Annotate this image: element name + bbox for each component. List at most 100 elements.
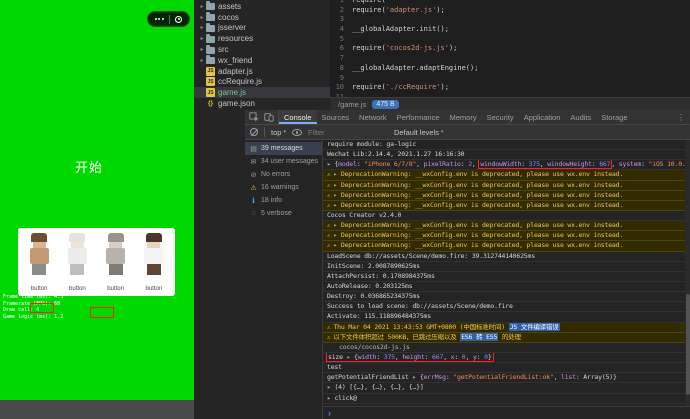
console-message[interactable]: ⚠ ▸ DeprecationWarning: __wxConfig.env is…: [323, 190, 690, 201]
tree-item-src[interactable]: ▸ src: [194, 44, 330, 55]
editor-status-bar: /game.js 475 B: [330, 97, 690, 110]
code-line[interactable]: 3: [330, 15, 690, 25]
exit-circle-icon[interactable]: [175, 15, 183, 23]
console-message[interactable]: Activate: 115.118896484375ms: [323, 312, 690, 323]
console-filter-user[interactable]: ✉ 34 user messages: [245, 155, 322, 168]
character-button-3[interactable]: button: [97, 233, 135, 293]
console-filter-input[interactable]: [307, 127, 388, 137]
warning-icon: ⚠: [327, 171, 331, 179]
device-toolbar-icon[interactable]: [264, 112, 274, 122]
console-message[interactable]: getPotentialFriendList ▸ {errMsg: "getPo…: [323, 373, 690, 384]
line-number: 8: [339, 63, 344, 72]
tree-item-wx_friend[interactable]: ▸ wx_friend: [194, 55, 330, 66]
devtools-tabbar: Console Sources Network Performance Memory Se…: [245, 110, 690, 125]
prompt-chevron-icon: ›: [328, 408, 331, 418]
tree-item-label: ccRequire.js: [218, 77, 263, 87]
block-icon: ⊘: [250, 171, 257, 179]
console-filter-verbose[interactable]: ◌ 5 verbose: [245, 207, 322, 220]
line-number: 7: [339, 54, 344, 63]
character-button-1[interactable]: button: [20, 233, 58, 293]
inspect-icon[interactable]: [249, 112, 259, 122]
console-message[interactable]: ▸ click@: [323, 394, 690, 404]
character-sprite: [67, 233, 87, 275]
clear-console-icon[interactable]: [250, 128, 258, 136]
menu-dots-icon[interactable]: [154, 18, 164, 20]
console-message[interactable]: ⚠ Thu Mar 04 2021 13:43:53 GMT+0800 (中国标准…: [323, 322, 690, 333]
character-button-4[interactable]: button: [135, 233, 173, 293]
tree-item-label: game.js: [218, 88, 247, 98]
warning-icon: ⚠: [327, 242, 331, 250]
console-message[interactable]: Wechat Lib:2.14.4, 2021.1.27 16:16:30: [323, 150, 690, 161]
tab-audits[interactable]: Audits: [565, 110, 596, 124]
code-line[interactable]: 5: [330, 35, 690, 45]
tree-item-game.js[interactable]: JS game.js: [194, 87, 330, 99]
console-filter-info[interactable]: ℹ 18 info: [245, 194, 322, 207]
console-message[interactable]: ⚠ 以下文件体积超过 500KB，已跳过压缩以及 ES6 转 ES5 的处理: [323, 332, 690, 343]
js-file-icon: JS: [206, 66, 215, 76]
tree-item-adapter.js[interactable]: JS adapter.js: [194, 66, 330, 77]
console-message[interactable]: ⚠ ▸ DeprecationWarning: __wxConfig.env is…: [323, 231, 690, 242]
console-message[interactable]: ▸ {model: "iPhone 6/7/8", pixelRatio: 2,…: [323, 160, 690, 171]
console-message[interactable]: size ▸ {width: 375, height: 667, x: 0, y…: [323, 352, 690, 364]
tree-item-assets[interactable]: ▸ assets: [194, 1, 330, 12]
live-expression-icon[interactable]: [291, 128, 302, 136]
console-filter-block[interactable]: ⊘ No errors: [245, 168, 322, 181]
scrollbar-thumb[interactable]: [685, 294, 690, 396]
annotation-redbox-1: [30, 303, 54, 313]
code-line[interactable]: 4 __globalAdapter.init();: [330, 25, 690, 35]
tab-storage[interactable]: Storage: [596, 110, 632, 124]
start-button[interactable]: 开始: [0, 157, 178, 176]
console-message[interactable]: LoadScene db://assets/Scene/demo.fire: 3…: [323, 252, 690, 262]
console-message[interactable]: ⚠ ▸ DeprecationWarning: __wxConfig.env is…: [323, 221, 690, 232]
tab-network[interactable]: Network: [354, 110, 392, 124]
line-number: 3: [339, 15, 344, 24]
console-filter-list[interactable]: ▤ 39 messages: [245, 142, 322, 155]
line-code: require('./ccRequire');: [352, 83, 449, 92]
console-message[interactable]: ⚠ ▸ DeprecationWarning: __wxConfig.env is…: [323, 241, 690, 252]
line-code: require('cocos2d-js.js');: [352, 44, 458, 53]
game-simulator[interactable]: 开始 button button button button Frame time (…: [0, 0, 194, 400]
more-options-icon[interactable]: ⋮: [672, 110, 690, 124]
console-message[interactable]: cocos/cocos2d-js.js: [323, 343, 690, 353]
console-message[interactable]: Cocos Creator v2.4.0: [323, 211, 690, 222]
console-message[interactable]: ⚠ ▸ DeprecationWarning: __wxConfig.env is…: [323, 180, 690, 191]
tab-performance[interactable]: Performance: [392, 110, 445, 124]
context-selector[interactable]: top ▾: [271, 128, 286, 137]
console-message[interactable]: require module: ga-logic: [323, 140, 690, 151]
console-message[interactable]: AutoRelease: 0.203125ms: [323, 282, 690, 293]
file-size-badge: 475 B: [372, 99, 399, 109]
code-line[interactable]: 2 require('adapter.js');: [330, 6, 690, 16]
tree-item-jsserver[interactable]: ▸ jsserver: [194, 22, 330, 34]
log-level-selector[interactable]: Default levels ▾: [394, 128, 444, 137]
tab-memory[interactable]: Memory: [445, 110, 482, 124]
tree-item-ccRequire.js[interactable]: JS ccRequire.js: [194, 77, 330, 88]
console-message[interactable]: InitScene: 2.0087890625ms: [323, 262, 690, 272]
tree-item-game.json[interactable]: {} game.json: [194, 98, 330, 109]
console-message[interactable]: ⚠ ▸ DeprecationWarning: __wxConfig.env is…: [323, 200, 690, 211]
console-message[interactable]: test: [323, 363, 690, 374]
code-line[interactable]: 9: [330, 74, 690, 84]
tree-item-resources[interactable]: ▸ resources: [194, 33, 330, 44]
console-message[interactable]: ▸ (4) [{…}, {…}, {…}, {…}]: [323, 383, 690, 394]
console-prompt[interactable]: ›: [323, 406, 690, 419]
console-message[interactable]: AttachPersist: 0.1708984375ms: [323, 272, 690, 282]
tree-item-cocos[interactable]: ▸ cocos: [194, 12, 330, 23]
console-filter-warn[interactable]: ⚠ 16 warnings: [245, 181, 322, 194]
tab-console[interactable]: Console: [279, 110, 317, 124]
code-editor[interactable]: 1 require(2 require('adapter.js'); 3 4 __glob…: [330, 0, 690, 110]
tab-security[interactable]: Security: [482, 110, 519, 124]
code-line[interactable]: 6 require('cocos2d-js.js');: [330, 44, 690, 54]
tab-application[interactable]: Application: [519, 110, 566, 124]
code-line[interactable]: 10 require('./ccRequire');: [330, 83, 690, 93]
console-message[interactable]: ⚠ ▸ DeprecationWarning: __wxConfig.env is…: [323, 170, 690, 181]
list-icon: ▤: [250, 145, 257, 153]
console-message[interactable]: Destroy: 0.036865234375ms: [323, 292, 690, 303]
character-button-2[interactable]: button: [58, 233, 96, 293]
line-code: __globalAdapter.adaptEngine();: [352, 63, 479, 72]
tab-sources[interactable]: Sources: [317, 110, 355, 124]
scrollbar[interactable]: [685, 140, 690, 406]
code-line[interactable]: 7: [330, 54, 690, 64]
tree-item-label: wx_friend: [218, 55, 253, 65]
console-message[interactable]: Success to load scene: db://assets/Scene…: [323, 302, 690, 313]
code-line[interactable]: 8 __globalAdapter.adaptEngine();: [330, 64, 690, 74]
